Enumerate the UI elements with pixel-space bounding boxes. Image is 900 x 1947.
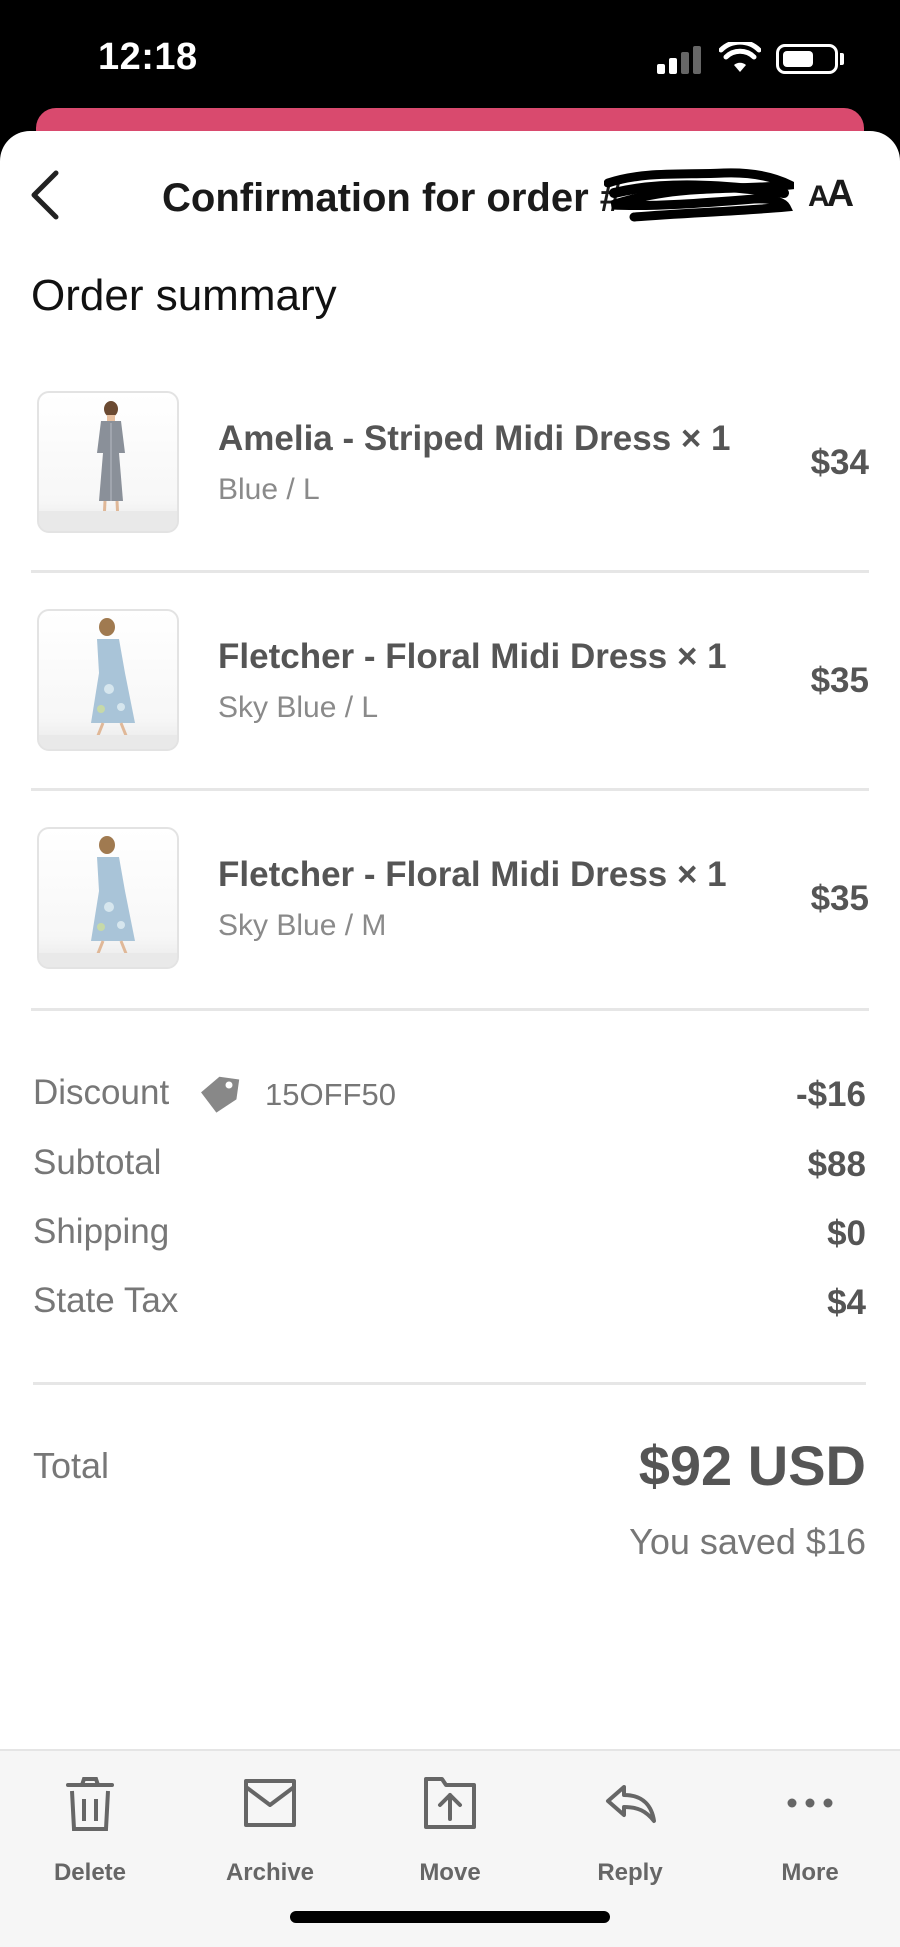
home-indicator[interactable] (290, 1911, 610, 1923)
archive-icon (244, 1779, 296, 1827)
tax-value: $4 (827, 1283, 866, 1322)
archive-button[interactable]: Archive (200, 1773, 340, 1886)
trash-icon (66, 1777, 114, 1831)
delete-label: Delete (53, 1859, 127, 1886)
reply-label: Reply (597, 1859, 663, 1886)
item-name: Fletcher - Floral Midi Dress × 1 (218, 637, 727, 676)
reply-button[interactable]: Reply (560, 1773, 700, 1886)
totals-divider (33, 1382, 866, 1385)
shipping-value: $0 (827, 1214, 866, 1253)
archive-label: Archive (225, 1859, 315, 1886)
battery-cap (840, 53, 844, 65)
item-thumbnail (37, 391, 179, 533)
total-value: $92 USD (638, 1434, 866, 1497)
back-button[interactable] (26, 165, 66, 225)
item-variant: Sky Blue / M (218, 909, 387, 942)
battery-icon (776, 44, 838, 74)
delete-button[interactable]: Delete (20, 1773, 160, 1886)
item-divider (31, 570, 869, 573)
item-thumbnail (37, 827, 179, 969)
discount-value: -$16 (795, 1075, 866, 1114)
move-icon (424, 1777, 476, 1829)
savings-text: You saved $16 (629, 1521, 866, 1562)
discount-row: Discount 15OFF50 -$16 (33, 1073, 866, 1117)
item-variant: Sky Blue / L (218, 691, 379, 724)
more-label: More (781, 1859, 839, 1886)
page-title: Confirmation for order # (162, 176, 623, 220)
wifi-icon (719, 42, 761, 72)
status-time: 12:18 (98, 36, 198, 78)
subtotal-row: Subtotal $88 (33, 1143, 866, 1187)
status-bar: 12:18 (0, 0, 900, 110)
item-thumbnail (37, 609, 179, 751)
total-label: Total (33, 1445, 110, 1486)
discount-label: Discount (33, 1073, 170, 1112)
subtotal-label: Subtotal (33, 1143, 162, 1182)
discount-code: 15OFF50 (265, 1077, 396, 1112)
text-size-button[interactable]: AA (808, 173, 855, 216)
reply-icon (606, 1785, 656, 1823)
item-name: Fletcher - Floral Midi Dress × 1 (218, 855, 727, 894)
item-variant: Blue / L (218, 473, 320, 506)
dress-image-icon (39, 836, 177, 967)
order-summary-heading: Order summary (31, 271, 337, 320)
shipping-label: Shipping (33, 1212, 170, 1251)
items-end-divider (31, 1008, 869, 1011)
subtotal-value: $88 (807, 1145, 866, 1184)
cellular-signal-icon (657, 44, 705, 74)
item-price: $35 (810, 879, 869, 918)
order-item[interactable]: Fletcher - Floral Midi Dress × 1 Sky Blu… (31, 827, 869, 973)
text-size-small-a: A (808, 180, 830, 213)
order-item[interactable]: Amelia - Striped Midi Dress × 1 Blue / L… (31, 391, 869, 537)
redaction-scribble (604, 168, 794, 222)
shipping-row: Shipping $0 (33, 1212, 866, 1256)
item-price: $34 (810, 443, 869, 482)
tax-label: State Tax (33, 1281, 179, 1320)
more-icon (787, 1798, 833, 1808)
dress-image-icon (39, 401, 177, 531)
nav-bar: Confirmation for order # AA (0, 131, 900, 261)
tag-icon (201, 1076, 240, 1113)
dress-image-icon (39, 618, 177, 749)
item-price: $35 (810, 661, 869, 700)
item-name: Amelia - Striped Midi Dress × 1 (218, 419, 731, 458)
more-button[interactable]: More (740, 1773, 880, 1886)
order-item[interactable]: Fletcher - Floral Midi Dress × 1 Sky Blu… (31, 609, 869, 755)
move-label: Move (419, 1859, 481, 1886)
email-sheet: Confirmation for order # AA Order summar… (0, 131, 900, 1947)
text-size-big-a: A (826, 173, 855, 215)
item-divider (31, 788, 869, 791)
tax-row: State Tax $4 (33, 1281, 866, 1325)
move-button[interactable]: Move (380, 1773, 520, 1886)
